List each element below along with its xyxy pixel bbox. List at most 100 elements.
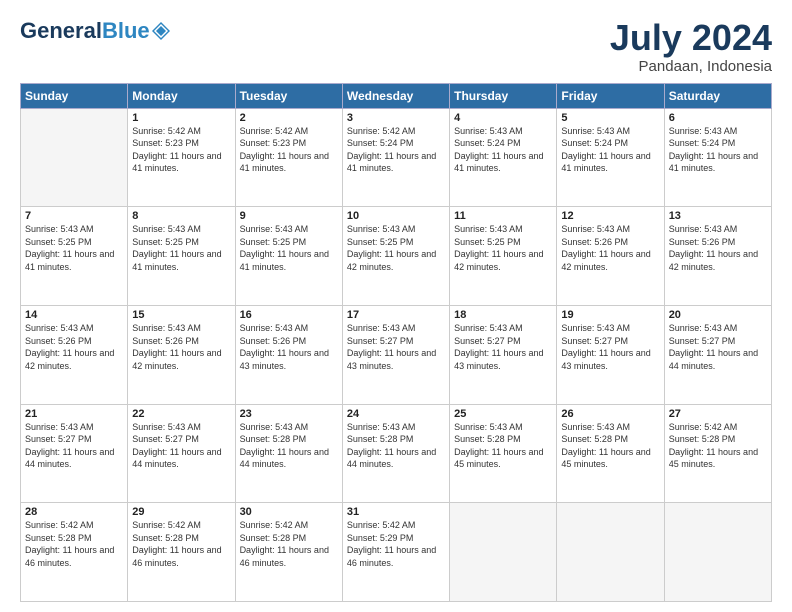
calendar-cell: 17 Sunrise: 5:43 AMSunset: 5:27 PMDaylig… [342, 305, 449, 404]
day-number: 17 [347, 309, 445, 321]
day-number: 2 [240, 112, 338, 124]
calendar-cell [557, 503, 664, 602]
week-row-1: 7 Sunrise: 5:43 AMSunset: 5:25 PMDayligh… [21, 207, 772, 306]
day-number: 26 [561, 408, 659, 420]
logo-general: General [20, 18, 102, 43]
day-info: Sunrise: 5:42 AMSunset: 5:28 PMDaylight:… [240, 519, 338, 569]
week-row-0: 1 Sunrise: 5:42 AMSunset: 5:23 PMDayligh… [21, 108, 772, 207]
col-sunday: Sunday [21, 83, 128, 108]
logo-text: GeneralBlue [20, 18, 170, 43]
calendar-cell: 5 Sunrise: 5:43 AMSunset: 5:24 PMDayligh… [557, 108, 664, 207]
day-info: Sunrise: 5:43 AMSunset: 5:27 PMDaylight:… [25, 421, 123, 471]
day-number: 11 [454, 210, 552, 222]
logo-blue: Blue [102, 18, 150, 43]
day-info: Sunrise: 5:43 AMSunset: 5:26 PMDaylight:… [25, 322, 123, 372]
header: GeneralBlue July 2024 Pandaan, Indonesia [20, 18, 772, 75]
calendar-cell: 16 Sunrise: 5:43 AMSunset: 5:26 PMDaylig… [235, 305, 342, 404]
day-info: Sunrise: 5:43 AMSunset: 5:25 PMDaylight:… [240, 223, 338, 273]
calendar-cell: 30 Sunrise: 5:42 AMSunset: 5:28 PMDaylig… [235, 503, 342, 602]
day-number: 28 [25, 506, 123, 518]
calendar-table: Sunday Monday Tuesday Wednesday Thursday… [20, 83, 772, 602]
day-number: 7 [25, 210, 123, 222]
day-number: 31 [347, 506, 445, 518]
day-info: Sunrise: 5:43 AMSunset: 5:26 PMDaylight:… [669, 223, 767, 273]
day-number: 27 [669, 408, 767, 420]
day-info: Sunrise: 5:43 AMSunset: 5:28 PMDaylight:… [347, 421, 445, 471]
calendar-cell: 10 Sunrise: 5:43 AMSunset: 5:25 PMDaylig… [342, 207, 449, 306]
day-info: Sunrise: 5:43 AMSunset: 5:26 PMDaylight:… [132, 322, 230, 372]
day-info: Sunrise: 5:42 AMSunset: 5:29 PMDaylight:… [347, 519, 445, 569]
page: GeneralBlue July 2024 Pandaan, Indonesia… [0, 0, 792, 612]
day-info: Sunrise: 5:43 AMSunset: 5:27 PMDaylight:… [561, 322, 659, 372]
day-info: Sunrise: 5:43 AMSunset: 5:26 PMDaylight:… [561, 223, 659, 273]
location: Pandaan, Indonesia [610, 58, 772, 75]
calendar-cell: 27 Sunrise: 5:42 AMSunset: 5:28 PMDaylig… [664, 404, 771, 503]
calendar-cell: 13 Sunrise: 5:43 AMSunset: 5:26 PMDaylig… [664, 207, 771, 306]
day-info: Sunrise: 5:42 AMSunset: 5:23 PMDaylight:… [240, 125, 338, 175]
calendar-cell: 18 Sunrise: 5:43 AMSunset: 5:27 PMDaylig… [450, 305, 557, 404]
calendar-cell: 9 Sunrise: 5:43 AMSunset: 5:25 PMDayligh… [235, 207, 342, 306]
col-tuesday: Tuesday [235, 83, 342, 108]
day-info: Sunrise: 5:43 AMSunset: 5:24 PMDaylight:… [454, 125, 552, 175]
day-number: 5 [561, 112, 659, 124]
day-info: Sunrise: 5:42 AMSunset: 5:23 PMDaylight:… [132, 125, 230, 175]
day-number: 12 [561, 210, 659, 222]
calendar-cell [664, 503, 771, 602]
calendar-cell [21, 108, 128, 207]
day-info: Sunrise: 5:43 AMSunset: 5:26 PMDaylight:… [240, 322, 338, 372]
calendar-cell: 26 Sunrise: 5:43 AMSunset: 5:28 PMDaylig… [557, 404, 664, 503]
calendar-cell: 29 Sunrise: 5:42 AMSunset: 5:28 PMDaylig… [128, 503, 235, 602]
day-info: Sunrise: 5:43 AMSunset: 5:27 PMDaylight:… [454, 322, 552, 372]
calendar-cell: 22 Sunrise: 5:43 AMSunset: 5:27 PMDaylig… [128, 404, 235, 503]
day-number: 8 [132, 210, 230, 222]
day-number: 10 [347, 210, 445, 222]
col-monday: Monday [128, 83, 235, 108]
day-number: 24 [347, 408, 445, 420]
calendar-cell: 20 Sunrise: 5:43 AMSunset: 5:27 PMDaylig… [664, 305, 771, 404]
day-number: 25 [454, 408, 552, 420]
calendar-cell: 14 Sunrise: 5:43 AMSunset: 5:26 PMDaylig… [21, 305, 128, 404]
logo-icon [152, 22, 170, 40]
day-info: Sunrise: 5:43 AMSunset: 5:25 PMDaylight:… [454, 223, 552, 273]
day-number: 6 [669, 112, 767, 124]
day-number: 22 [132, 408, 230, 420]
calendar-cell: 4 Sunrise: 5:43 AMSunset: 5:24 PMDayligh… [450, 108, 557, 207]
day-number: 19 [561, 309, 659, 321]
col-saturday: Saturday [664, 83, 771, 108]
day-info: Sunrise: 5:43 AMSunset: 5:25 PMDaylight:… [25, 223, 123, 273]
calendar-cell: 8 Sunrise: 5:43 AMSunset: 5:25 PMDayligh… [128, 207, 235, 306]
calendar-cell: 3 Sunrise: 5:42 AMSunset: 5:24 PMDayligh… [342, 108, 449, 207]
day-info: Sunrise: 5:43 AMSunset: 5:27 PMDaylight:… [132, 421, 230, 471]
col-wednesday: Wednesday [342, 83, 449, 108]
day-info: Sunrise: 5:43 AMSunset: 5:28 PMDaylight:… [454, 421, 552, 471]
day-number: 18 [454, 309, 552, 321]
calendar-cell: 28 Sunrise: 5:42 AMSunset: 5:28 PMDaylig… [21, 503, 128, 602]
col-thursday: Thursday [450, 83, 557, 108]
calendar-cell: 19 Sunrise: 5:43 AMSunset: 5:27 PMDaylig… [557, 305, 664, 404]
day-info: Sunrise: 5:42 AMSunset: 5:28 PMDaylight:… [669, 421, 767, 471]
calendar-cell: 23 Sunrise: 5:43 AMSunset: 5:28 PMDaylig… [235, 404, 342, 503]
day-number: 13 [669, 210, 767, 222]
day-number: 29 [132, 506, 230, 518]
day-info: Sunrise: 5:42 AMSunset: 5:24 PMDaylight:… [347, 125, 445, 175]
calendar-cell: 31 Sunrise: 5:42 AMSunset: 5:29 PMDaylig… [342, 503, 449, 602]
calendar-cell: 1 Sunrise: 5:42 AMSunset: 5:23 PMDayligh… [128, 108, 235, 207]
day-info: Sunrise: 5:43 AMSunset: 5:28 PMDaylight:… [240, 421, 338, 471]
day-number: 1 [132, 112, 230, 124]
header-row: Sunday Monday Tuesday Wednesday Thursday… [21, 83, 772, 108]
calendar-cell [450, 503, 557, 602]
calendar-cell: 6 Sunrise: 5:43 AMSunset: 5:24 PMDayligh… [664, 108, 771, 207]
day-info: Sunrise: 5:43 AMSunset: 5:24 PMDaylight:… [669, 125, 767, 175]
week-row-4: 28 Sunrise: 5:42 AMSunset: 5:28 PMDaylig… [21, 503, 772, 602]
title-block: July 2024 Pandaan, Indonesia [610, 18, 772, 75]
day-number: 21 [25, 408, 123, 420]
week-row-2: 14 Sunrise: 5:43 AMSunset: 5:26 PMDaylig… [21, 305, 772, 404]
day-number: 3 [347, 112, 445, 124]
day-info: Sunrise: 5:43 AMSunset: 5:28 PMDaylight:… [561, 421, 659, 471]
day-number: 23 [240, 408, 338, 420]
day-number: 30 [240, 506, 338, 518]
day-number: 15 [132, 309, 230, 321]
col-friday: Friday [557, 83, 664, 108]
week-row-3: 21 Sunrise: 5:43 AMSunset: 5:27 PMDaylig… [21, 404, 772, 503]
calendar-cell: 7 Sunrise: 5:43 AMSunset: 5:25 PMDayligh… [21, 207, 128, 306]
